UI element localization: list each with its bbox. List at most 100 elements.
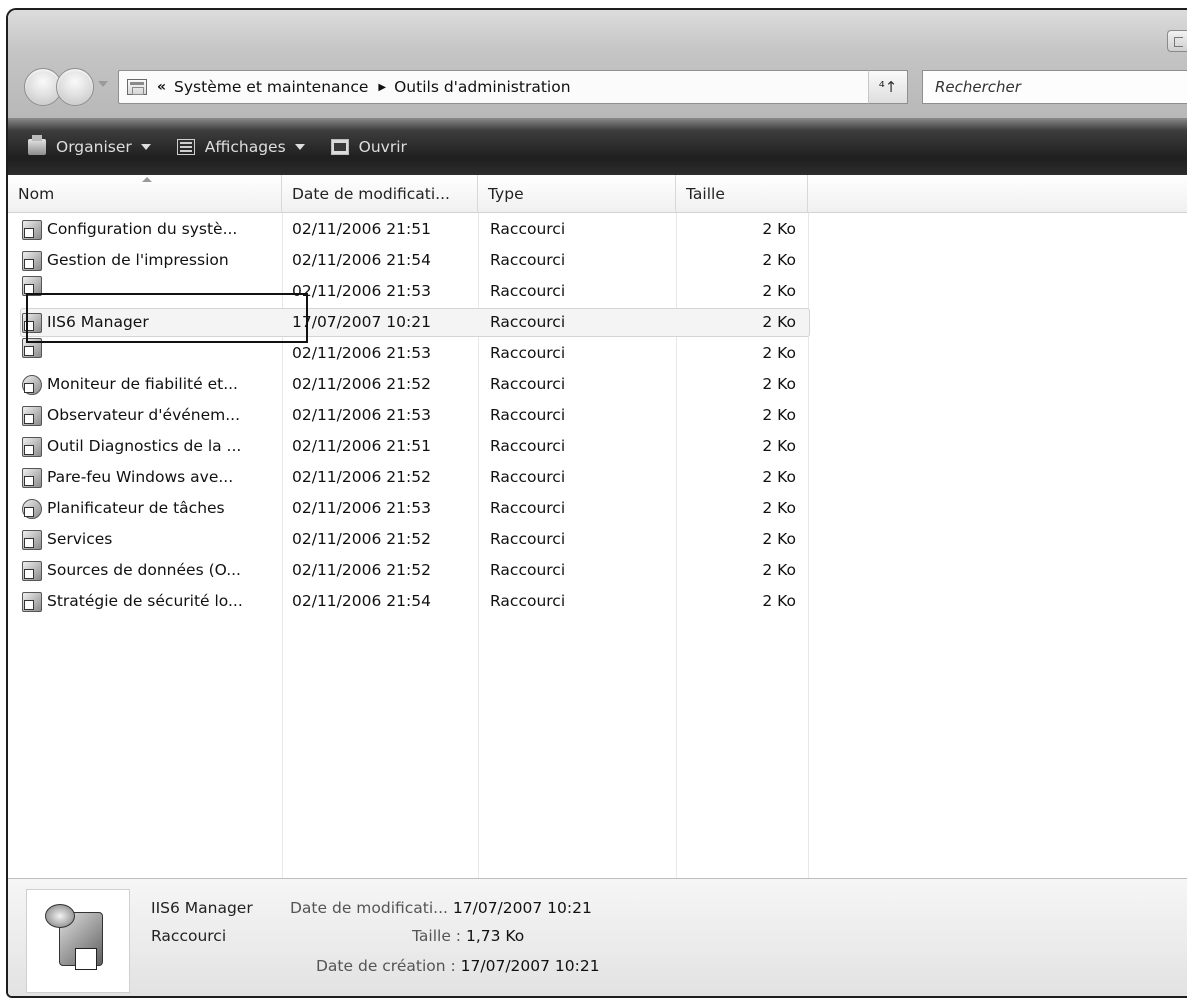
column-header-name[interactable]: Nom bbox=[8, 175, 282, 213]
file-list: Configuration du systè... 02/11/2006 21:… bbox=[8, 213, 1187, 878]
open-button[interactable]: Ouvrir bbox=[330, 138, 407, 156]
file-name: Services bbox=[47, 530, 113, 548]
file-row[interactable]: Sources de données (O... 02/11/2006 21:5… bbox=[8, 555, 1187, 586]
file-row[interactable]: Moniteur de fiabilité et... 02/11/2006 2… bbox=[8, 369, 1187, 400]
file-size: 2 Ko bbox=[762, 437, 796, 455]
file-date: 02/11/2006 21:53 bbox=[292, 406, 431, 424]
file-type: Raccourci bbox=[490, 344, 566, 362]
file-name: IIS6 Manager bbox=[47, 313, 149, 331]
file-type: Raccourci bbox=[490, 561, 566, 579]
file-size: 2 Ko bbox=[762, 313, 796, 331]
address-overflow-chevron[interactable]: « bbox=[157, 79, 166, 95]
column-header-date[interactable]: Date de modificati... bbox=[282, 175, 478, 213]
file-size: 2 Ko bbox=[762, 282, 796, 300]
file-type: Raccourci bbox=[490, 282, 566, 300]
window-chrome: « Système et maintenance ▶ Outils d'admi… bbox=[8, 10, 1187, 118]
file-date: 02/11/2006 21:53 bbox=[292, 499, 431, 517]
organize-button[interactable]: Organiser bbox=[28, 134, 151, 156]
file-size: 2 Ko bbox=[762, 530, 796, 548]
file-type: Raccourci bbox=[490, 468, 566, 486]
file-row[interactable]: 02/11/2006 21:53 Raccourci 2 Ko bbox=[8, 276, 1187, 307]
services-icon bbox=[22, 529, 42, 550]
shortcut-icon bbox=[22, 276, 42, 296]
file-row[interactable]: Gestion de l'impression 02/11/2006 21:54… bbox=[8, 245, 1187, 276]
column-header-name-label: Nom bbox=[18, 185, 55, 203]
file-name: Outil Diagnostics de la ... bbox=[47, 437, 242, 455]
views-button[interactable]: Affichages bbox=[176, 138, 305, 156]
refresh-icon: ⁴↑ bbox=[878, 78, 898, 96]
organize-label: Organiser bbox=[56, 137, 132, 156]
views-icon bbox=[176, 138, 195, 155]
file-date: 02/11/2006 21:52 bbox=[292, 468, 431, 486]
address-bar[interactable]: « Système et maintenance ▶ Outils d'admi… bbox=[118, 70, 906, 104]
reliability-monitor-icon bbox=[22, 374, 42, 395]
file-name: Configuration du systè... bbox=[47, 220, 238, 238]
security-policy-icon bbox=[22, 591, 42, 612]
file-name: Sources de données (O... bbox=[47, 561, 241, 579]
column-header-type[interactable]: Type bbox=[478, 175, 676, 213]
diagnostics-icon bbox=[22, 436, 42, 457]
file-name: Observateur d'événem... bbox=[47, 406, 241, 424]
file-row-selected[interactable]: IIS6 Manager 17/07/2007 10:21 Raccourci … bbox=[8, 307, 1187, 338]
sort-ascending-icon bbox=[142, 177, 152, 182]
event-viewer-icon bbox=[22, 405, 42, 426]
file-type: Raccourci bbox=[490, 313, 566, 331]
file-date: 02/11/2006 21:52 bbox=[292, 530, 431, 548]
file-row[interactable]: Services 02/11/2006 21:52 Raccourci 2 Ko bbox=[8, 524, 1187, 555]
control-panel-icon bbox=[127, 79, 147, 95]
file-name: Planificateur de tâches bbox=[47, 499, 225, 517]
file-type: Raccourci bbox=[490, 437, 566, 455]
search-box[interactable] bbox=[922, 70, 1187, 104]
refresh-button[interactable]: ⁴↑ bbox=[868, 70, 908, 104]
file-row[interactable]: Outil Diagnostics de la ... 02/11/2006 2… bbox=[8, 431, 1187, 462]
file-type: Raccourci bbox=[490, 251, 566, 269]
printer-shortcut-icon bbox=[22, 250, 42, 271]
forward-button[interactable] bbox=[56, 68, 94, 106]
file-row[interactable]: Stratégie de sécurité lo... 02/11/2006 2… bbox=[8, 586, 1187, 617]
file-type: Raccourci bbox=[490, 499, 566, 517]
file-date: 02/11/2006 21:54 bbox=[292, 592, 431, 610]
command-bar: Organiser Affichages Ouvrir bbox=[8, 118, 1187, 175]
file-size: 2 Ko bbox=[762, 344, 796, 362]
file-row[interactable]: 02/11/2006 21:53 Raccourci 2 Ko bbox=[8, 338, 1187, 369]
file-type: Raccourci bbox=[490, 375, 566, 393]
breadcrumb-separator-icon[interactable]: ▶ bbox=[378, 82, 386, 93]
file-name: Gestion de l'impression bbox=[47, 251, 229, 269]
file-date: 02/11/2006 21:52 bbox=[292, 375, 431, 393]
file-size: 2 Ko bbox=[762, 592, 796, 610]
file-row[interactable]: Planificateur de tâches 02/11/2006 21:53… bbox=[8, 493, 1187, 524]
file-row[interactable]: Pare-feu Windows ave... 02/11/2006 21:52… bbox=[8, 462, 1187, 493]
recent-pages-dropdown-icon[interactable] bbox=[98, 81, 108, 87]
file-size: 2 Ko bbox=[762, 251, 796, 269]
file-size: 2 Ko bbox=[762, 375, 796, 393]
file-name: Stratégie de sécurité lo... bbox=[47, 592, 243, 610]
shortcut-icon bbox=[22, 219, 42, 240]
firewall-icon bbox=[22, 467, 42, 488]
file-date: 02/11/2006 21:51 bbox=[292, 220, 431, 238]
file-type: Raccourci bbox=[490, 406, 566, 424]
minimize-button[interactable] bbox=[1167, 30, 1187, 52]
file-size: 2 Ko bbox=[762, 468, 796, 486]
open-icon bbox=[330, 138, 349, 155]
file-row[interactable]: Observateur d'événem... 02/11/2006 21:53… bbox=[8, 400, 1187, 431]
column-header-size[interactable]: Taille bbox=[676, 175, 808, 213]
details-date-created: Date de création : 17/07/2007 10:21 bbox=[316, 957, 600, 975]
file-date: 02/11/2006 21:54 bbox=[292, 251, 431, 269]
details-pane: IIS6 Manager Raccourci Date de modificat… bbox=[8, 878, 1187, 996]
file-type: Raccourci bbox=[490, 220, 566, 238]
file-type: Raccourci bbox=[490, 530, 566, 548]
shortcut-icon bbox=[22, 338, 42, 358]
iis-manager-large-icon bbox=[45, 904, 111, 978]
file-row[interactable]: Configuration du systè... 02/11/2006 21:… bbox=[8, 214, 1187, 245]
iis-manager-icon bbox=[22, 312, 42, 333]
file-date: 02/11/2006 21:53 bbox=[292, 282, 431, 300]
search-input[interactable] bbox=[935, 78, 1187, 96]
details-date-modified: Date de modificati... 17/07/2007 10:21 bbox=[290, 899, 592, 917]
breadcrumb-admin-tools[interactable]: Outils d'administration bbox=[394, 78, 570, 96]
file-size: 2 Ko bbox=[762, 406, 796, 424]
breadcrumb-system-maintenance[interactable]: Système et maintenance bbox=[174, 78, 368, 96]
file-date: 02/11/2006 21:53 bbox=[292, 344, 431, 362]
file-size: 2 Ko bbox=[762, 561, 796, 579]
task-scheduler-icon bbox=[22, 498, 42, 519]
file-name: Pare-feu Windows ave... bbox=[47, 468, 234, 486]
